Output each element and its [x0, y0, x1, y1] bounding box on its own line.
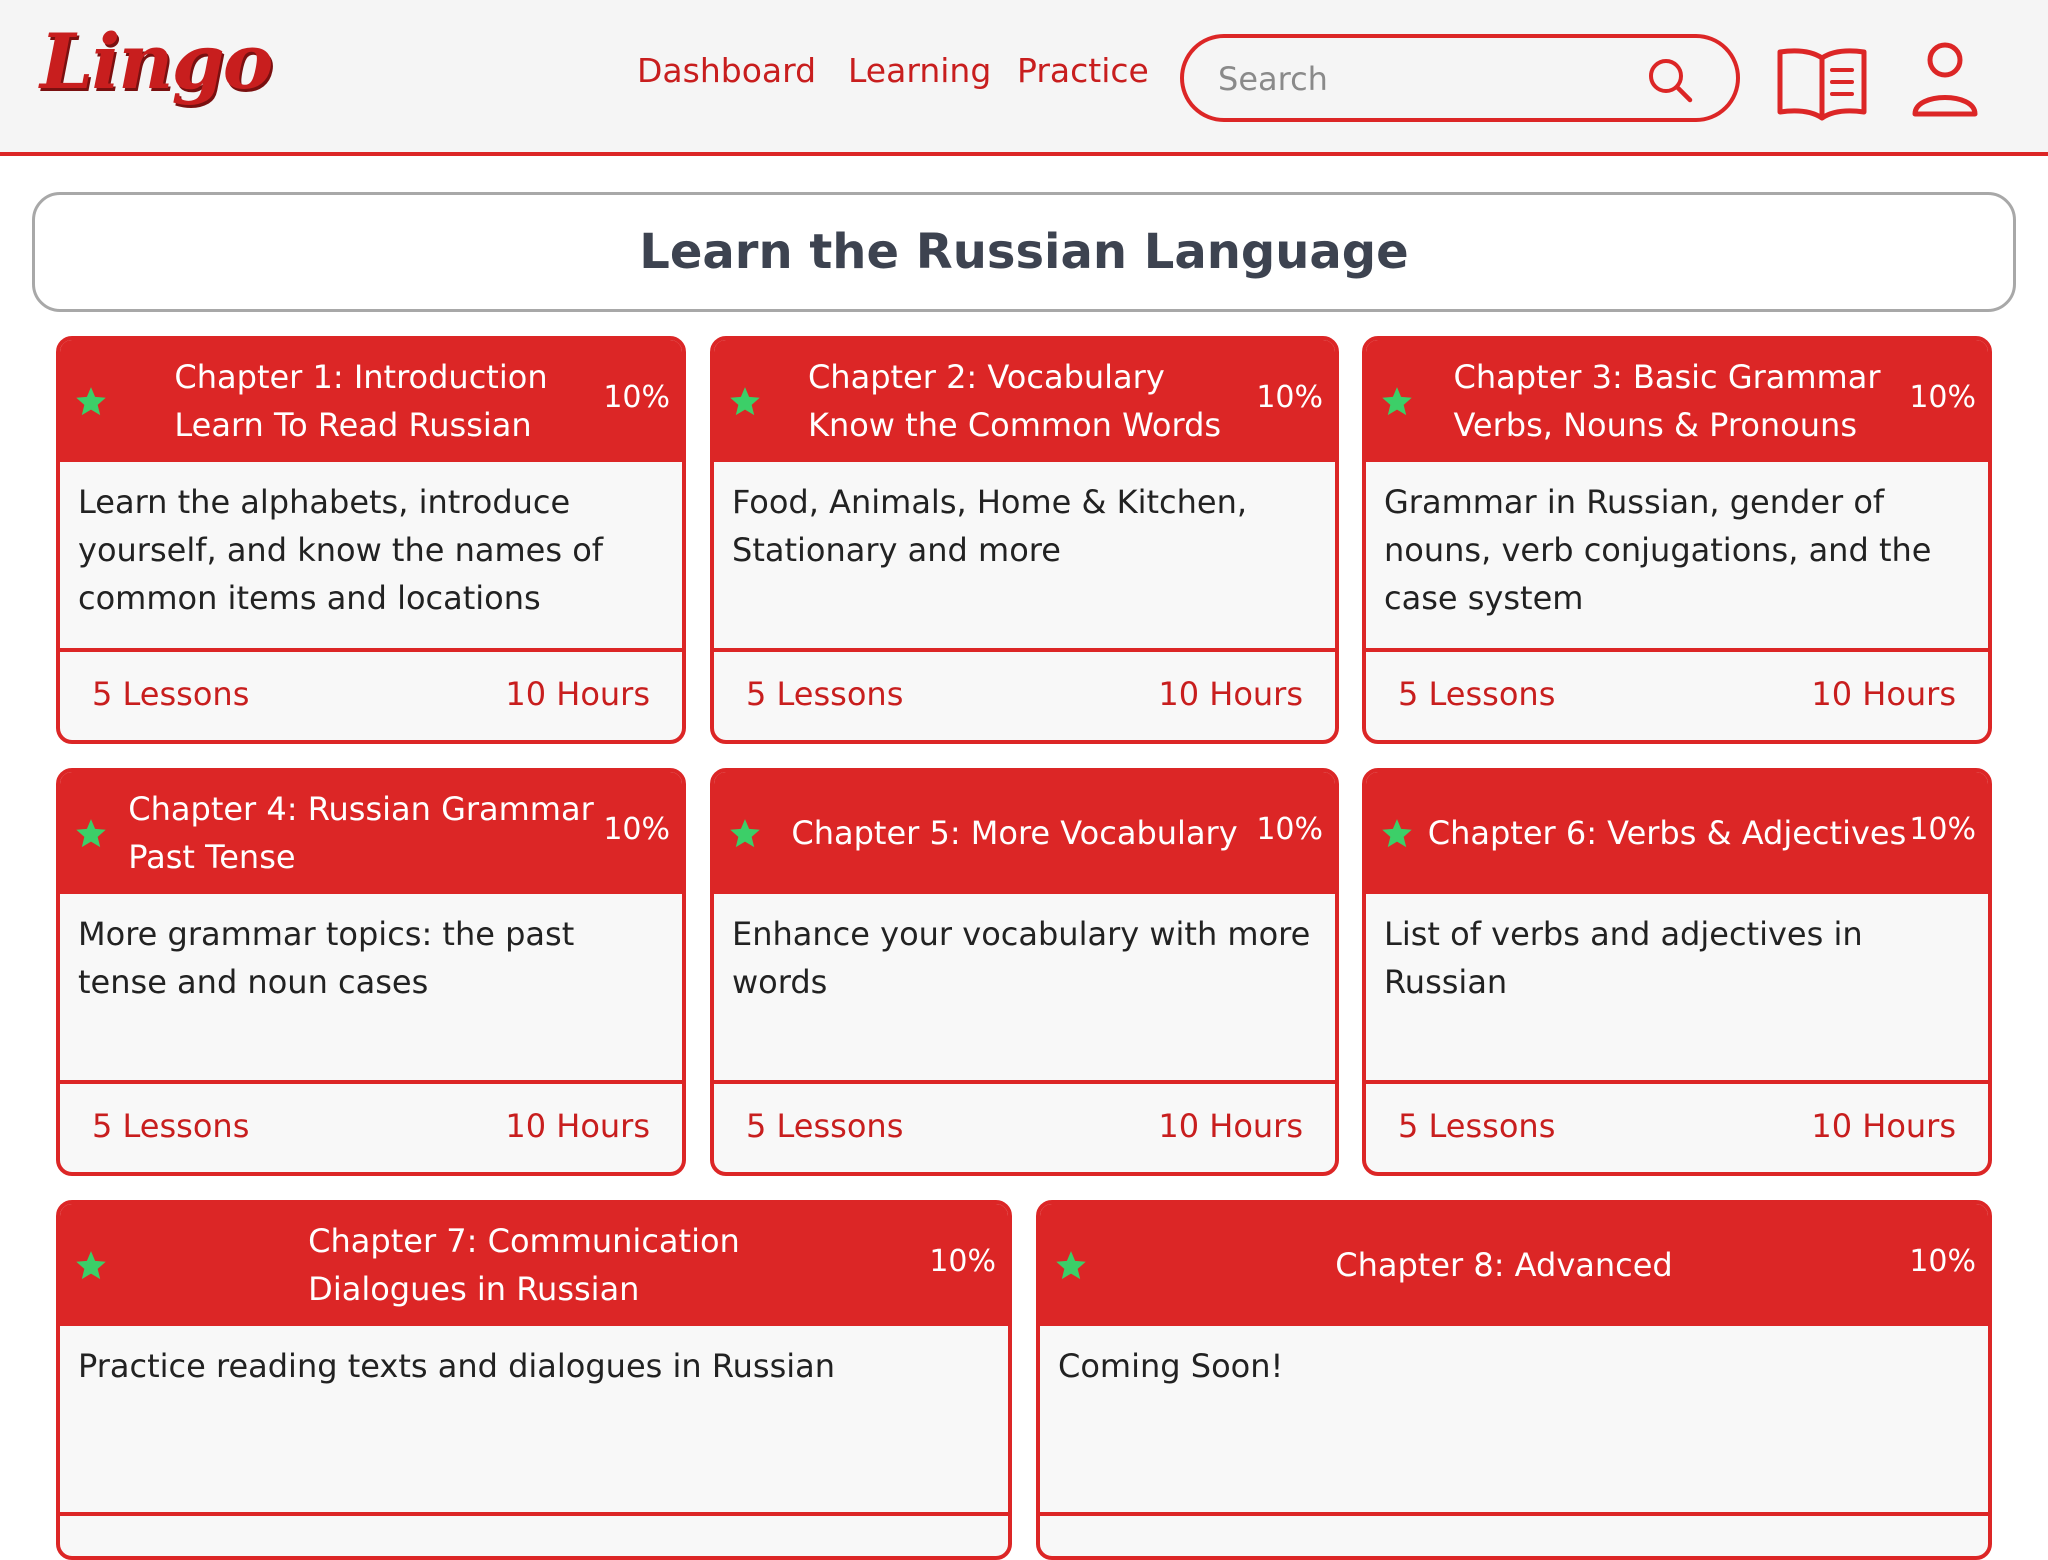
chapter-description: List of verbs and adjectives in Russian [1366, 894, 1988, 1084]
star-icon [1382, 387, 1412, 416]
chapter-lessons: 5 Lessons [1398, 675, 1556, 713]
chapter-description: Grammar in Russian, gender of nouns, ver… [1366, 462, 1988, 652]
chapter-title-line2: Know the Common Words [807, 406, 1222, 444]
nav-practice-link[interactable]: Practice [1017, 54, 1149, 87]
chapter-card-header: Chapter 4: Russian Grammar Past Tense 10… [60, 772, 682, 894]
chapter-card-header: Chapter 2: Vocabulary Know the Common Wo… [714, 340, 1335, 462]
chapter-card-header: Chapter 5: More Vocabulary 10% [714, 772, 1335, 894]
chapter-card-header: Chapter 1: Introduction Learn To Read Ru… [60, 340, 682, 462]
chapter-card[interactable]: Chapter 2: Vocabulary Know the Common Wo… [710, 336, 1339, 744]
chapter-description: Practice reading texts and dialogues in … [60, 1326, 1008, 1516]
chapter-hours: 10 Hours [1158, 675, 1303, 713]
chapter-progress: 10% [603, 380, 670, 415]
chapter-hours: 10 Hours [505, 675, 650, 713]
user-icon[interactable] [1910, 40, 1980, 120]
chapter-footer: 5 Lessons 10 Hours [1366, 652, 1988, 740]
chapter-title: Chapter 4: Russian Grammar Past Tense [128, 772, 594, 894]
top-navbar: Lingo Dashboard Learning Practice [0, 0, 2048, 156]
chapter-card[interactable]: Chapter 6: Verbs & Adjectives 10% List o… [1362, 768, 1992, 1176]
chapter-title: Chapter 2: Vocabulary Know the Common Wo… [784, 340, 1245, 462]
chapter-title-line2: Dialogues in Russian [308, 1270, 640, 1308]
chapter-progress: 10% [603, 812, 670, 847]
chapter-title-line1: Chapter 5: More Vocabulary [791, 814, 1238, 852]
chapter-title: Chapter 1: Introduction Learn To Read Ru… [130, 340, 592, 462]
chapter-card[interactable]: Chapter 3: Basic Grammar Verbs, Nouns & … [1362, 336, 1992, 744]
chapter-hours: 10 Hours [505, 1107, 650, 1145]
star-icon [76, 1251, 106, 1280]
search-icon[interactable] [1646, 56, 1694, 104]
star-icon [730, 819, 760, 848]
chapter-hours: 10 Hours [1158, 1107, 1303, 1145]
chapter-title-line1: Chapter 1: Introduction [174, 358, 548, 396]
chapter-lessons: 5 Lessons [92, 1107, 250, 1145]
page-title: Learn the Russian Language [639, 224, 1409, 280]
chapter-card-header: Chapter 6: Verbs & Adjectives 10% [1366, 772, 1988, 894]
chapter-card[interactable]: Chapter 4: Russian Grammar Past Tense 10… [56, 768, 686, 1176]
chapter-progress: 10% [1909, 1244, 1976, 1279]
chapter-footer: 5 Lessons 10 Hours [714, 1084, 1335, 1172]
chapter-title: Chapter 8: Advanced [1110, 1204, 1898, 1326]
chapter-title-line1: Chapter 7: Communication [308, 1222, 740, 1260]
chapter-card[interactable]: Chapter 5: More Vocabulary 10% Enhance y… [710, 768, 1339, 1176]
chapter-card-header: Chapter 7: Communication Dialogues in Ru… [60, 1204, 1008, 1326]
chapter-footer: 5 Lessons 10 Hours [60, 1084, 682, 1172]
book-icon[interactable] [1776, 44, 1868, 124]
chapter-card[interactable]: Chapter 8: Advanced 10% Coming Soon! [1036, 1200, 1992, 1560]
chapter-lessons: 5 Lessons [746, 675, 904, 713]
chapter-title-line2: Past Tense [128, 838, 296, 876]
search-input[interactable] [1216, 56, 1650, 102]
chapter-title: Chapter 6: Verbs & Adjectives [1428, 772, 1907, 894]
chapter-footer: 5 Lessons 10 Hours [1366, 1084, 1988, 1172]
chapter-card-header: Chapter 8: Advanced 10% [1040, 1204, 1988, 1326]
star-icon [1056, 1251, 1086, 1280]
chapter-title-line1: Chapter 3: Basic Grammar [1453, 358, 1881, 396]
chapter-title-line1: Chapter 6: Verbs & Adjectives [1427, 814, 1907, 852]
star-icon [76, 387, 106, 416]
chapter-lessons: 5 Lessons [92, 675, 250, 713]
chapter-progress: 10% [1909, 812, 1976, 847]
chapter-description: Learn the alphabets, introduce yourself,… [60, 462, 682, 652]
chapter-progress: 10% [1909, 380, 1976, 415]
nav-dashboard-link[interactable]: Dashboard [637, 54, 816, 87]
chapter-title-line2: Verbs, Nouns & Pronouns [1453, 406, 1857, 444]
star-icon [1382, 819, 1412, 848]
chapter-lessons: 5 Lessons [1398, 1107, 1556, 1145]
chapter-card-header: Chapter 3: Basic Grammar Verbs, Nouns & … [1366, 340, 1988, 462]
chapter-description: Coming Soon! [1040, 1326, 1988, 1516]
chapter-description: More grammar topics: the past tense and … [60, 894, 682, 1084]
chapter-progress: 10% [1256, 380, 1323, 415]
chapter-title-line1: Chapter 4: Russian Grammar [128, 790, 594, 828]
chapter-lessons: 5 Lessons [746, 1107, 904, 1145]
chapter-footer: 5 Lessons 10 Hours [60, 652, 682, 740]
chapter-title: Chapter 5: More Vocabulary [784, 772, 1245, 894]
chapter-progress: 10% [1256, 812, 1323, 847]
lingo-logo[interactable]: Lingo [40, 24, 273, 100]
chapter-hours: 10 Hours [1811, 675, 1956, 713]
chapter-description: Food, Animals, Home & Kitchen, Stationar… [714, 462, 1335, 652]
chapter-footer: 5 Lessons 10 Hours [714, 652, 1335, 740]
chapter-card[interactable]: Chapter 7: Communication Dialogues in Ru… [56, 1200, 1012, 1560]
page-title-box: Learn the Russian Language [32, 192, 2016, 312]
chapter-hours: 10 Hours [1811, 1107, 1956, 1145]
chapter-card[interactable]: Chapter 1: Introduction Learn To Read Ru… [56, 336, 686, 744]
chapter-title-line1: Chapter 2: Vocabulary [807, 358, 1165, 396]
nav-learning-link[interactable]: Learning [848, 54, 991, 87]
chapter-title: Chapter 7: Communication Dialogues in Ru… [130, 1204, 918, 1326]
chapter-title-line1: Chapter 8: Advanced [1335, 1246, 1673, 1284]
star-icon [730, 387, 760, 416]
chapter-title: Chapter 3: Basic Grammar Verbs, Nouns & … [1436, 340, 1898, 462]
search-bar[interactable] [1180, 34, 1740, 122]
star-icon [76, 819, 106, 848]
chapter-title-line2: Learn To Read Russian [174, 406, 532, 444]
chapter-description: Enhance your vocabulary with more words [714, 894, 1335, 1084]
chapter-progress: 10% [929, 1244, 996, 1279]
